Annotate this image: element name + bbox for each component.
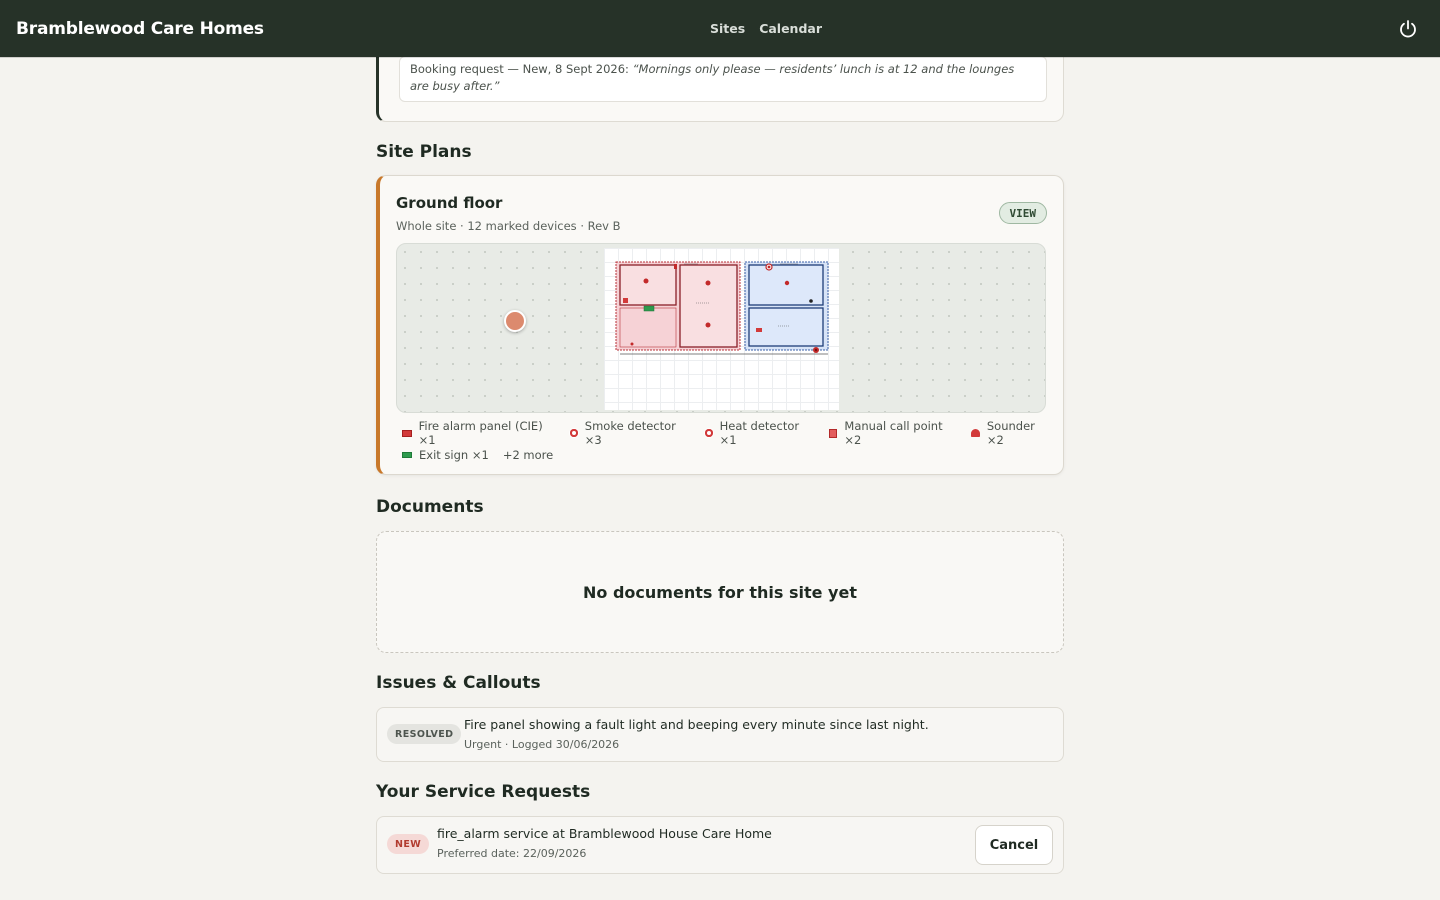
- booking-request-note: Booking request — New, 8 Sept 2026: “Mor…: [399, 56, 1047, 102]
- legend-more[interactable]: +2 more: [503, 448, 553, 462]
- legend-label: Fire alarm panel (CIE) ×1: [418, 419, 543, 447]
- legend-label: Sounder ×2: [986, 419, 1035, 447]
- issue-text: Fire panel showing a fault light and bee…: [464, 717, 929, 732]
- legend-label: Exit sign ×1: [419, 448, 489, 462]
- request-text: fire_alarm service at Bramblewood House …: [437, 826, 772, 841]
- status-badge: NEW: [387, 834, 430, 854]
- plan-location-marker[interactable]: [504, 310, 526, 332]
- status-badge: RESOLVED: [387, 724, 462, 744]
- heat-detector-icon: [705, 429, 713, 437]
- power-icon[interactable]: [1398, 19, 1418, 39]
- issues-heading: Issues & Callouts: [376, 673, 541, 693]
- documents-heading: Documents: [376, 497, 484, 517]
- view-plan-button[interactable]: VIEW: [998, 202, 1047, 224]
- legend-label: Smoke detector ×3: [584, 419, 676, 447]
- issue-row[interactable]: RESOLVED Fire panel showing a fault ligh…: [376, 707, 1064, 762]
- nav-sites[interactable]: Sites: [710, 21, 745, 36]
- site-plan-card[interactable]: Ground floor Whole site · 12 marked devi…: [376, 175, 1064, 475]
- smoke-detector-icon: [570, 429, 578, 437]
- legend-item: Heat detector ×1: [705, 419, 815, 447]
- exit-sign-icon: [402, 452, 412, 458]
- legend-item: Fire alarm panel (CIE) ×1: [402, 419, 556, 447]
- fire-alarm-panel-icon: [402, 429, 412, 437]
- device-legend: Fire alarm panel (CIE) ×1 Smoke detector…: [402, 419, 1052, 466]
- legend-label: Heat detector ×1: [719, 419, 800, 447]
- issue-meta: Urgent · Logged 30/06/2026: [464, 738, 620, 751]
- main-nav: Sites Calendar: [710, 0, 822, 57]
- plan-preview[interactable]: [396, 243, 1046, 413]
- legend-item: Manual call point ×2: [828, 419, 958, 447]
- booking-request-prefix: Booking request — New, 8 Sept 2026:: [410, 62, 633, 76]
- requests-heading: Your Service Requests: [376, 782, 591, 802]
- nav-calendar[interactable]: Calendar: [759, 21, 822, 36]
- manual-call-point-icon: [828, 428, 838, 438]
- top-bar: Bramblewood Care Homes Sites Calendar: [0, 0, 1440, 57]
- site-plans-heading: Site Plans: [376, 142, 472, 162]
- documents-empty-state: No documents for this site yet: [376, 531, 1064, 653]
- legend-item: Exit sign ×1: [402, 448, 489, 462]
- legend-item: Sounder ×2: [971, 419, 1052, 447]
- service-request-row: NEW fire_alarm service at Bramblewood Ho…: [376, 816, 1064, 874]
- legend-label: Manual call point ×2: [844, 419, 943, 447]
- request-preferred-date: Preferred date: 22/09/2026: [437, 847, 587, 860]
- brand-title[interactable]: Bramblewood Care Homes: [16, 19, 264, 39]
- sounder-icon: [971, 429, 980, 437]
- legend-item: Smoke detector ×3: [570, 419, 691, 447]
- plan-name: Ground floor: [396, 194, 503, 212]
- documents-empty-text: No documents for this site yet: [583, 582, 857, 602]
- cancel-request-button[interactable]: Cancel: [975, 825, 1053, 865]
- plan-meta: Whole site · 12 marked devices · Rev B: [396, 219, 621, 233]
- floor-plan-image: [604, 248, 839, 410]
